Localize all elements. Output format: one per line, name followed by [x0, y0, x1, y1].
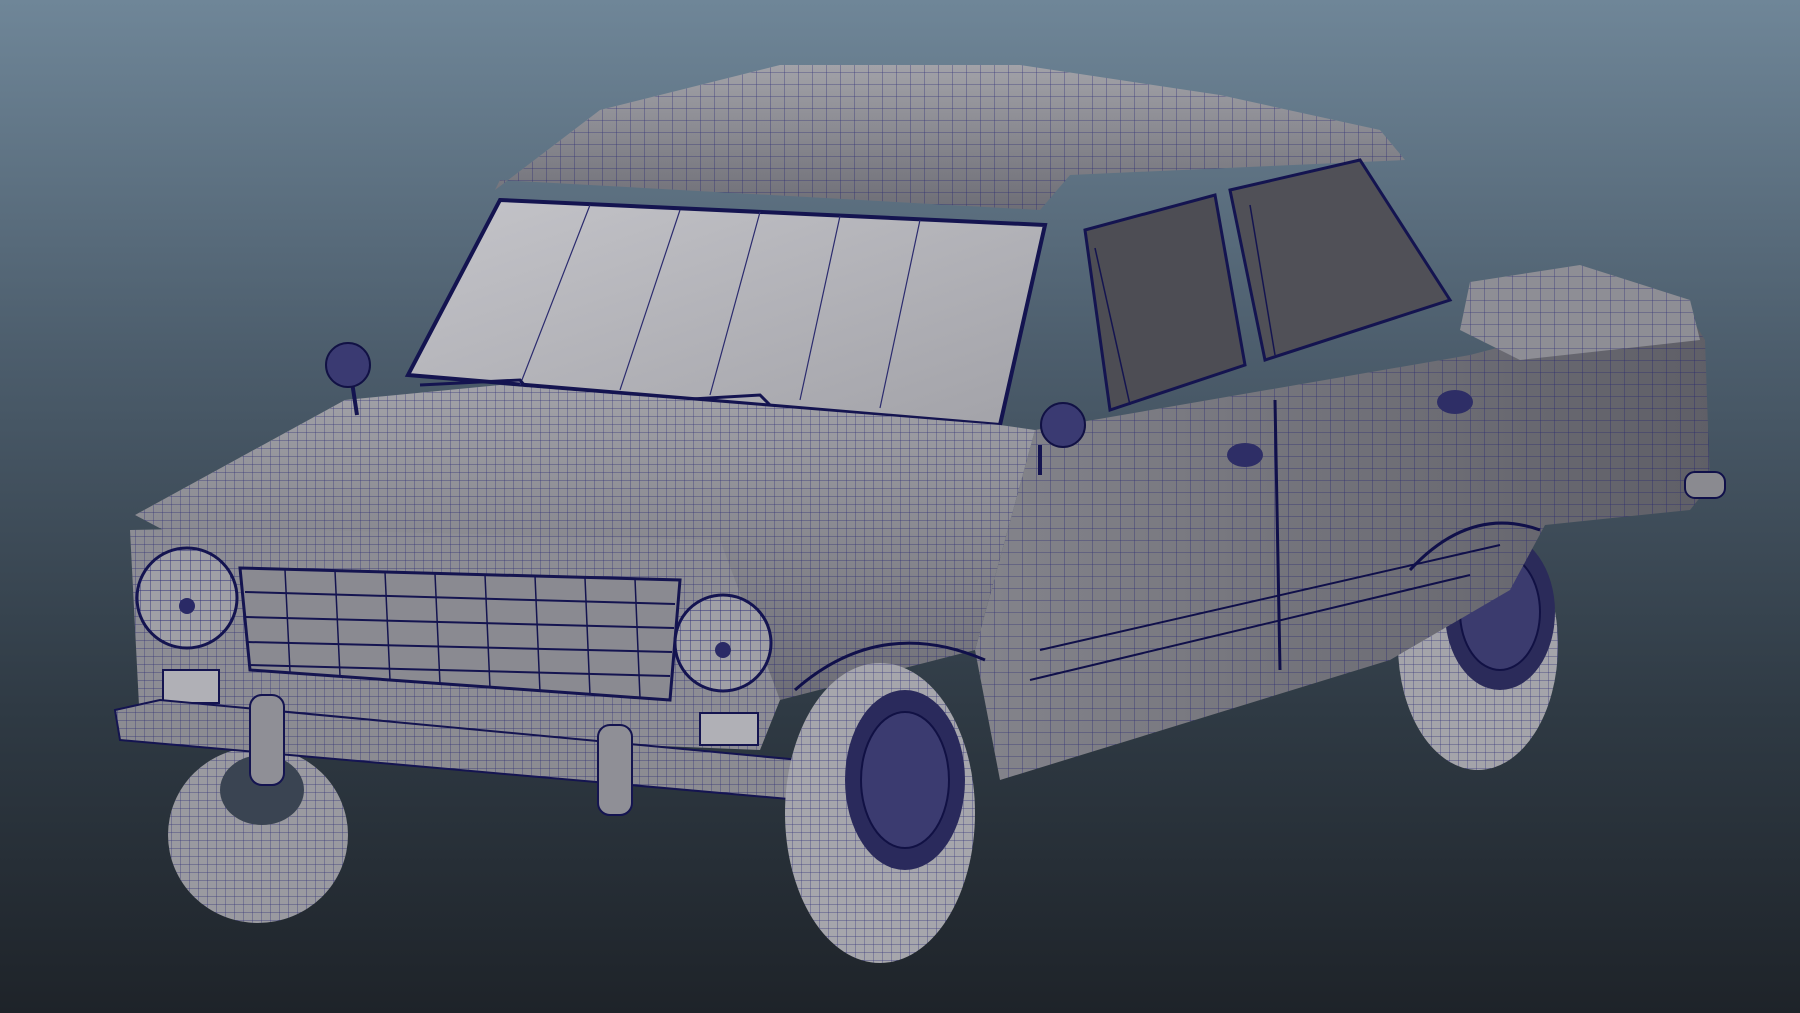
- car-side-panel: [975, 300, 1710, 780]
- front-door-handle: [1227, 443, 1263, 467]
- left-turn-signal: [162, 669, 220, 704]
- 3d-viewport[interactable]: [0, 0, 1800, 1013]
- sedan-wireframe-model[interactable]: [0, 0, 1800, 1013]
- right-turn-signal: [699, 712, 759, 746]
- right-headlight: [673, 593, 773, 693]
- left-headlight: [135, 546, 239, 650]
- rear-door-handle: [1437, 390, 1473, 414]
- front-right-wheel: [785, 663, 975, 963]
